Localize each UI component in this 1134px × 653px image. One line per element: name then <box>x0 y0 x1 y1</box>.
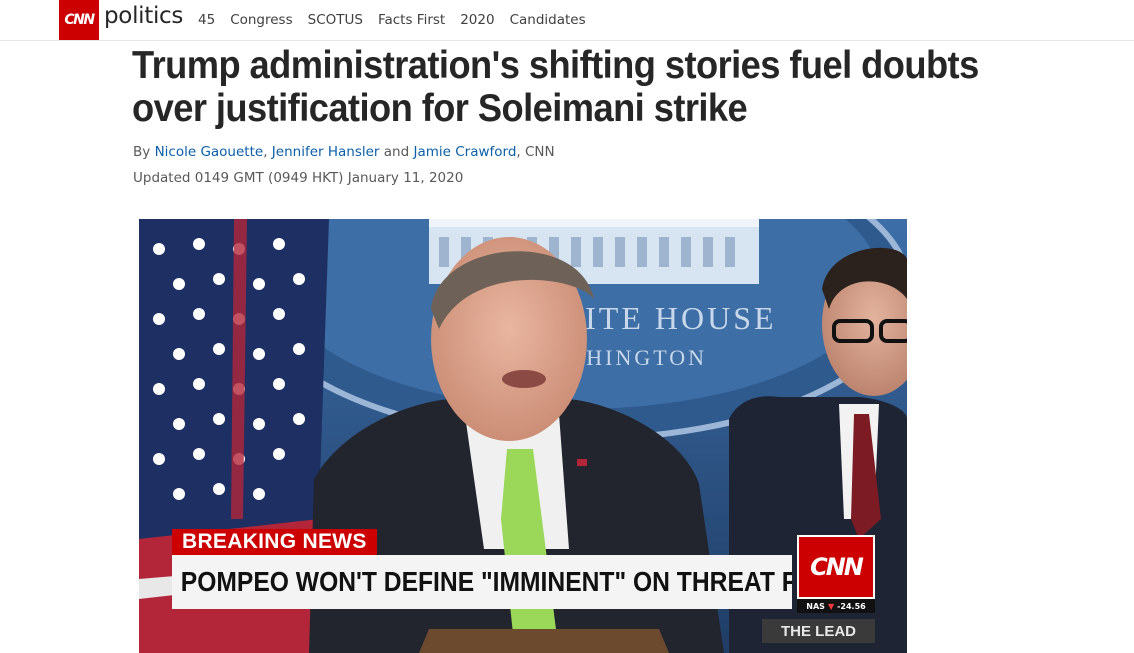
backdrop-text-washington: SHINGTON <box>571 345 707 370</box>
cnn-corner-logo: CNN <box>797 535 875 599</box>
chyron-text: POMPEO WON'T DEFINE "IMMINENT" ON THREAT… <box>180 566 792 597</box>
show-name-badge: THE LEAD <box>762 619 875 643</box>
article-byline: By Nicole Gaouette, Jennifer Hansler and… <box>133 144 555 160</box>
top-navigation: CNN politics 45 Congress SCOTUS Facts Fi… <box>0 0 1134 41</box>
article-headline: Trump administration's shifting stories … <box>132 44 979 130</box>
nav-link-congress[interactable]: Congress <box>230 12 292 28</box>
section-title-politics[interactable]: politics <box>104 3 183 29</box>
backdrop-text-white-house: HITE HOUSE <box>559 300 777 336</box>
nav-link-scotus[interactable]: SCOTUS <box>308 12 363 28</box>
author-link-hansler[interactable]: Jennifer Hansler <box>272 144 380 160</box>
author-link-crawford[interactable]: Jamie Crawford <box>413 144 516 160</box>
byline-outlet: CNN <box>525 144 555 160</box>
updated-timestamp: Updated 0149 GMT (0949 HKT) January 11, … <box>133 170 464 186</box>
stock-ticker: NAS ▼ -24.56 <box>797 599 875 613</box>
nav-link-facts-first[interactable]: Facts First <box>378 12 445 28</box>
ticker-value: -24.56 <box>837 601 866 611</box>
nav-links: 45 Congress SCOTUS Facts First 2020 Cand… <box>198 12 601 28</box>
nav-link-candidates[interactable]: Candidates <box>510 12 586 28</box>
nav-link-45[interactable]: 45 <box>198 12 215 28</box>
byline-comma-2: , <box>516 144 521 160</box>
cnn-logo[interactable]: CNN <box>59 0 99 40</box>
author-link-gaouette[interactable]: Nicole Gaouette <box>155 144 264 160</box>
down-triangle-icon: ▼ <box>827 601 835 611</box>
byline-comma: , <box>263 144 268 160</box>
byline-prefix: By <box>133 144 151 160</box>
news-chyron: POMPEO WON'T DEFINE "IMMINENT" ON THREAT… <box>172 555 792 609</box>
nav-link-2020[interactable]: 2020 <box>460 12 494 28</box>
ticker-name: NAS <box>806 601 825 611</box>
byline-and: and <box>383 144 410 160</box>
breaking-news-label: BREAKING NEWS <box>172 529 377 555</box>
